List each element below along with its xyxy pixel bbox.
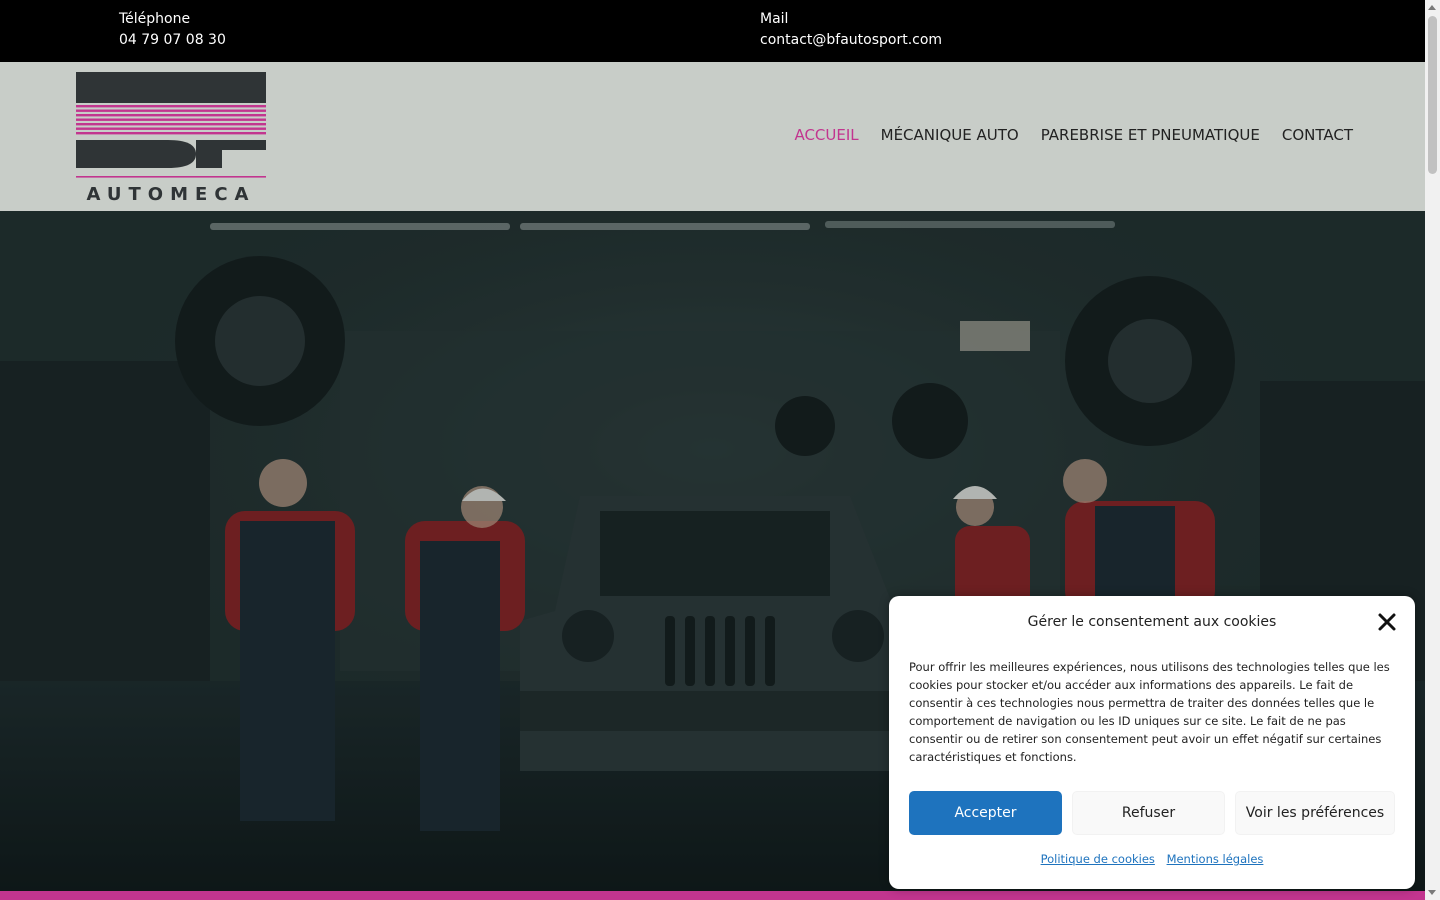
accept-button[interactable]: Accepter bbox=[909, 791, 1062, 835]
refuse-button[interactable]: Refuser bbox=[1072, 791, 1225, 835]
site-logo[interactable]: AUTOMECA bbox=[76, 72, 266, 205]
nav-mecanique-auto[interactable]: MÉCANIQUE AUTO bbox=[881, 126, 1019, 144]
mail-block: Mail contact@bfautosport.com bbox=[760, 9, 942, 51]
logo-mark-icon: AUTOMECA bbox=[76, 72, 266, 205]
phone-block: Téléphone 04 79 07 08 30 bbox=[119, 9, 226, 51]
close-icon[interactable] bbox=[1377, 612, 1397, 632]
legal-notice-link[interactable]: Mentions légales bbox=[1167, 852, 1264, 866]
main-nav: ACCUEIL MÉCANIQUE AUTO PAREBRISE ET PNEU… bbox=[794, 126, 1353, 144]
cookie-policy-link[interactable]: Politique de cookies bbox=[1041, 852, 1155, 866]
top-contact-bar: Téléphone 04 79 07 08 30 Mail contact@bf… bbox=[0, 0, 1425, 62]
scroll-down-arrow-icon[interactable] bbox=[1428, 890, 1436, 895]
phone-number[interactable]: 04 79 07 08 30 bbox=[119, 30, 226, 51]
cookie-consent-dialog: Gérer le consentement aux cookies Pour o… bbox=[889, 596, 1415, 889]
cookie-description: Pour offrir les meilleures expériences, … bbox=[909, 660, 1390, 764]
nav-contact[interactable]: CONTACT bbox=[1282, 126, 1353, 144]
preferences-button[interactable]: Voir les préférences bbox=[1235, 791, 1395, 835]
site-header: AUTOMECA ACCUEIL MÉCANIQUE AUTO PAREBRIS… bbox=[0, 62, 1425, 211]
accent-stripe bbox=[0, 891, 1425, 900]
mail-label: Mail bbox=[760, 11, 789, 27]
scrollbar-thumb[interactable] bbox=[1428, 16, 1437, 174]
nav-parebrise-pneumatique[interactable]: PAREBRISE ET PNEUMATIQUE bbox=[1041, 126, 1260, 144]
nav-accueil[interactable]: ACCUEIL bbox=[794, 126, 858, 144]
cookie-title: Gérer le consentement aux cookies bbox=[1027, 614, 1277, 630]
cookie-links: Politique de cookies Mentions légales bbox=[889, 852, 1415, 866]
page-scrollbar[interactable] bbox=[1425, 0, 1440, 900]
logo-text: AUTOMECA bbox=[87, 184, 256, 203]
scroll-up-arrow-icon[interactable] bbox=[1428, 5, 1436, 10]
phone-label: Téléphone bbox=[119, 11, 191, 27]
mail-address[interactable]: contact@bfautosport.com bbox=[760, 30, 942, 51]
